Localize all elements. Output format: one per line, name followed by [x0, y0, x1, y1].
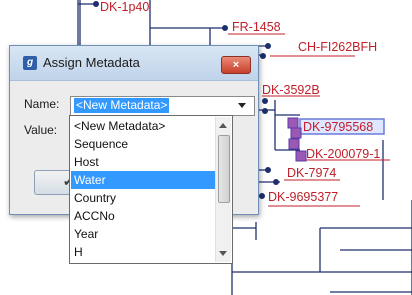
- scroll-down-icon[interactable]: [219, 251, 227, 256]
- dialog-titlebar[interactable]: g Assign Metadata ×: [10, 46, 258, 81]
- dropdown-scrollbar[interactable]: [215, 117, 231, 262]
- dropdown-option[interactable]: Host: [71, 153, 216, 171]
- dropdown-option[interactable]: <New Metadata>: [71, 117, 216, 135]
- close-button[interactable]: ×: [221, 56, 251, 74]
- tree-leaf-label[interactable]: DK-9695377: [268, 190, 338, 204]
- dropdown-option-selected[interactable]: Water: [71, 171, 216, 189]
- name-label: Name:: [24, 97, 60, 111]
- tree-leaf-label[interactable]: DK-1p40: [100, 0, 149, 14]
- dropdown-option[interactable]: ACCNo: [71, 207, 216, 225]
- tree-leaf-label[interactable]: DK-9795568: [303, 120, 373, 134]
- tree-leaf-label[interactable]: CH-FI262BFH: [298, 40, 377, 54]
- name-selected-value: <New Metadata>: [74, 98, 170, 113]
- scroll-up-icon[interactable]: [219, 123, 227, 128]
- dropdown-option[interactable]: H: [71, 243, 216, 261]
- dropdown-option[interactable]: Year: [71, 225, 216, 243]
- dialog-title: Assign Metadata: [43, 55, 140, 70]
- name-dropdown[interactable]: <New Metadata>: [70, 96, 255, 116]
- tree-leaf-label[interactable]: DK-200079-1: [306, 147, 380, 161]
- tree-leaf-label[interactable]: DK-7974: [287, 166, 336, 180]
- tree-leaf-label[interactable]: DK-3592B: [262, 83, 320, 97]
- close-icon: ×: [232, 59, 240, 71]
- app-logo-icon: g: [23, 56, 37, 70]
- value-dropdown-list[interactable]: <New Metadata> Sequence Host Water Count…: [69, 115, 233, 264]
- scrollbar-thumb[interactable]: [218, 135, 230, 203]
- dropdown-option[interactable]: Country: [71, 189, 216, 207]
- chevron-down-icon: [238, 103, 246, 108]
- value-label: Value:: [24, 123, 58, 137]
- dropdown-option[interactable]: Sequence: [71, 135, 216, 153]
- tree-leaf-label[interactable]: FR-1458: [232, 20, 281, 34]
